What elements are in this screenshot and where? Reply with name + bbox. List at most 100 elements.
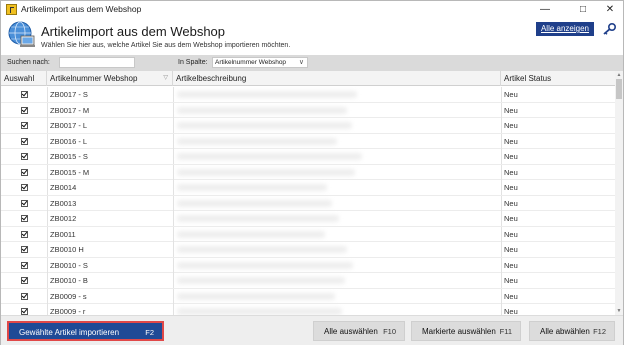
- column-header-auswahl[interactable]: Auswahl: [1, 71, 47, 86]
- row-sku: ZB0015 - S: [50, 152, 88, 161]
- app-icon: [6, 4, 17, 15]
- table-row[interactable]: ZB0010 H Neu: [1, 242, 615, 258]
- column-divider: [501, 257, 502, 273]
- table-row[interactable]: ZB0015 - M Neu: [1, 164, 615, 180]
- row-status: Neu: [504, 307, 518, 315]
- column-divider: [173, 288, 174, 304]
- row-checkbox[interactable]: [21, 199, 28, 207]
- row-checkbox[interactable]: [21, 277, 28, 284]
- table-row[interactable]: ZB0017 - L Neu: [1, 118, 615, 134]
- table-row[interactable]: ZB0009 - r Neu: [1, 304, 615, 315]
- row-checkbox[interactable]: [21, 168, 28, 176]
- column-divider: [501, 133, 502, 149]
- scroll-up-icon[interactable]: ▲: [615, 71, 623, 79]
- column-divider: [47, 273, 48, 288]
- title-bar: Artikelimport aus dem Webshop — □ ✕: [1, 1, 623, 18]
- select-all-button[interactable]: Alle auswählen F10: [313, 321, 405, 341]
- close-icon[interactable]: ✕: [597, 1, 623, 18]
- column-header-status[interactable]: Artikel Status: [501, 71, 615, 86]
- row-sku: ZB0013: [50, 198, 77, 208]
- scrollbar-thumb[interactable]: [616, 79, 622, 99]
- column-divider: [501, 180, 502, 195]
- search-key-icon[interactable]: [602, 22, 618, 36]
- minimize-icon[interactable]: —: [532, 1, 558, 18]
- row-checkbox[interactable]: [21, 184, 28, 191]
- table-row[interactable]: ZB0010 - B Neu: [1, 273, 615, 289]
- select-marked-label: Markierte auswählen: [422, 327, 496, 336]
- table-row[interactable]: ZB0011 Neu: [1, 226, 615, 242]
- column-divider: [501, 304, 502, 315]
- row-description-redacted: [177, 153, 362, 160]
- import-selected-shortcut: F2: [145, 328, 154, 337]
- row-sku: ZB0017 - M: [50, 105, 90, 115]
- row-status: Neu: [504, 105, 518, 115]
- row-sku: ZB0015 - M: [50, 167, 90, 177]
- column-divider: [173, 304, 174, 315]
- maximize-icon[interactable]: □: [570, 1, 596, 18]
- select-all-label: Alle auswählen: [324, 327, 378, 336]
- row-checkbox[interactable]: [21, 261, 28, 269]
- deselect-all-button[interactable]: Alle abwählen F12: [529, 321, 615, 341]
- chevron-down-icon: ∨: [298, 59, 304, 66]
- filter-icon[interactable]: ▽: [163, 71, 168, 86]
- column-header-beschreibung[interactable]: Artikelbeschreibung: [173, 71, 501, 86]
- table-row[interactable]: ZB0013 Neu: [1, 195, 615, 211]
- row-checkbox[interactable]: [21, 91, 28, 98]
- column-divider: [47, 164, 48, 180]
- row-checkbox[interactable]: [21, 137, 28, 145]
- row-status: Neu: [504, 260, 518, 270]
- import-selected-button[interactable]: Gewählte Artikel importieren F2: [7, 321, 164, 341]
- column-divider: [501, 164, 502, 180]
- column-divider: [501, 288, 502, 304]
- table-row[interactable]: ZB0014 Neu: [1, 180, 615, 196]
- row-sku: ZB0011: [50, 229, 76, 239]
- row-checkbox[interactable]: [21, 230, 28, 238]
- filter-bar: Suchen nach: In Spalte: Artikelnummer We…: [1, 55, 623, 71]
- row-sku: ZB0017 - S: [50, 90, 88, 99]
- header: Artikelimport aus dem Webshop Wählen Sie…: [1, 18, 623, 55]
- deselect-all-label: Alle abwählen: [540, 327, 590, 336]
- row-status: Neu: [504, 245, 518, 254]
- column-select[interactable]: Artikelnummer Webshop ∨: [212, 57, 308, 68]
- row-sku: ZB0014: [50, 183, 77, 192]
- row-sku: ZB0017 - L: [50, 121, 88, 130]
- column-divider: [47, 257, 48, 273]
- table-row[interactable]: ZB0012 Neu: [1, 211, 615, 227]
- column-divider: [173, 87, 174, 102]
- row-checkbox[interactable]: [21, 122, 28, 129]
- select-marked-button[interactable]: Markierte auswählen F11: [411, 321, 521, 341]
- table-row[interactable]: ZB0017 - M Neu: [1, 102, 615, 118]
- table-row[interactable]: ZB0015 - S Neu: [1, 149, 615, 165]
- row-checkbox[interactable]: [21, 215, 28, 222]
- column-divider: [501, 242, 502, 257]
- table-row[interactable]: ZB0010 - S Neu: [1, 257, 615, 273]
- vertical-scrollbar[interactable]: ▲ ▼: [615, 71, 623, 315]
- scroll-down-icon[interactable]: ▼: [615, 307, 623, 315]
- row-description-redacted: [177, 246, 347, 253]
- column-divider: [173, 195, 174, 211]
- column-divider: [173, 102, 174, 118]
- table-row[interactable]: ZB0016 - L Neu: [1, 133, 615, 149]
- row-checkbox[interactable]: [21, 308, 28, 315]
- row-status: Neu: [504, 90, 518, 99]
- row-checkbox[interactable]: [21, 106, 28, 114]
- column-divider: [47, 304, 48, 315]
- row-checkbox[interactable]: [21, 246, 28, 253]
- table-row[interactable]: ZB0017 - S Neu: [1, 87, 615, 103]
- row-description-redacted: [177, 106, 347, 114]
- page-title: Artikelimport aus dem Webshop: [41, 24, 226, 39]
- row-checkbox[interactable]: [21, 292, 28, 300]
- row-checkbox[interactable]: [21, 153, 28, 160]
- column-divider: [501, 102, 502, 118]
- row-description-redacted: [177, 277, 345, 284]
- column-divider: [173, 149, 174, 164]
- column-header-artikelnummer[interactable]: Artikelnummer Webshop ▽: [47, 71, 173, 86]
- search-input[interactable]: [59, 57, 135, 68]
- table-row[interactable]: ZB0009 - s Neu: [1, 288, 615, 304]
- show-all-button[interactable]: Alle anzeigen: [536, 22, 594, 36]
- window-title: Artikelimport aus dem Webshop: [21, 4, 142, 14]
- column-select-value: Artikelnummer Webshop: [215, 59, 287, 66]
- column-divider: [47, 102, 48, 118]
- row-status: Neu: [504, 229, 518, 239]
- row-status: Neu: [504, 214, 518, 223]
